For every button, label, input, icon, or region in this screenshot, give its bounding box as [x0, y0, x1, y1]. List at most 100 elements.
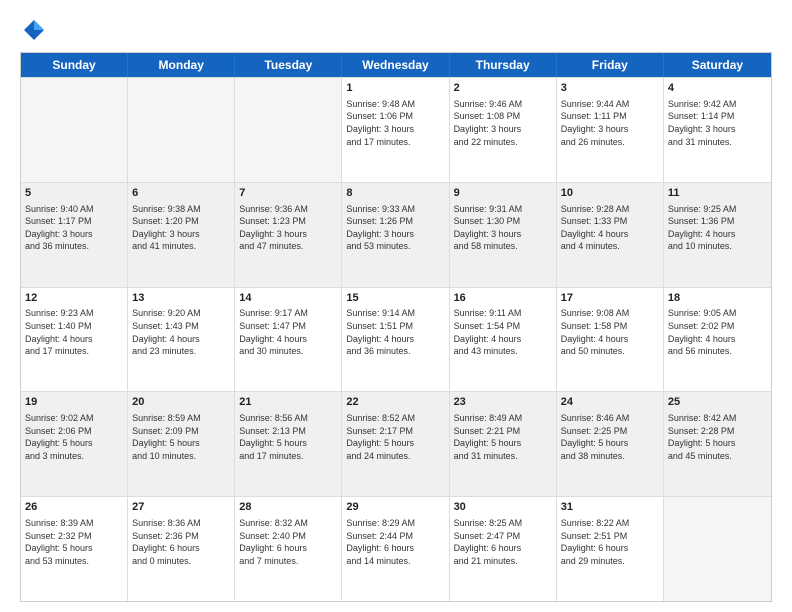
- day-info: Sunrise: 8:46 AM Sunset: 2:25 PM Dayligh…: [561, 412, 659, 462]
- day-number: 13: [132, 291, 230, 306]
- day-cell-18: 18Sunrise: 9:05 AM Sunset: 2:02 PM Dayli…: [664, 288, 771, 392]
- day-info: Sunrise: 9:44 AM Sunset: 1:11 PM Dayligh…: [561, 98, 659, 148]
- day-cell-12: 12Sunrise: 9:23 AM Sunset: 1:40 PM Dayli…: [21, 288, 128, 392]
- day-cell-14: 14Sunrise: 9:17 AM Sunset: 1:47 PM Dayli…: [235, 288, 342, 392]
- day-cell-15: 15Sunrise: 9:14 AM Sunset: 1:51 PM Dayli…: [342, 288, 449, 392]
- empty-cell: [664, 497, 771, 601]
- day-cell-9: 9 Sunrise: 9:31 AM Sunset: 1:30 PM Daylig…: [450, 183, 557, 287]
- day-cell-1: 1 Sunrise: 9:48 AM Sunset: 1:06 PM Daylig…: [342, 78, 449, 182]
- day-number: 19: [25, 395, 123, 410]
- day-info: Sunrise: 8:22 AM Sunset: 2:51 PM Dayligh…: [561, 517, 659, 567]
- logo-icon: [20, 16, 48, 44]
- page: SundayMondayTuesdayWednesdayThursdayFrid…: [0, 0, 792, 612]
- logo: [20, 16, 52, 44]
- day-info: Sunrise: 9:33 AM Sunset: 1:26 PM Dayligh…: [346, 203, 444, 253]
- day-number: 9: [454, 186, 552, 201]
- day-info: Sunrise: 8:59 AM Sunset: 2:09 PM Dayligh…: [132, 412, 230, 462]
- day-header-saturday: Saturday: [664, 53, 771, 77]
- calendar-row: 19 Sunrise: 9:02 AM Sunset: 2:06 PM Dayli…: [21, 391, 771, 496]
- calendar: SundayMondayTuesdayWednesdayThursdayFrid…: [20, 52, 772, 602]
- day-number: 12: [25, 291, 123, 306]
- day-number: 15: [346, 291, 444, 306]
- day-info: Sunrise: 9:46 AM Sunset: 1:08 PM Dayligh…: [454, 98, 552, 148]
- day-number: 21: [239, 395, 337, 410]
- day-info: Sunrise: 8:42 AM Sunset: 2:28 PM Dayligh…: [668, 412, 767, 462]
- day-cell-19: 19 Sunrise: 9:02 AM Sunset: 2:06 PM Dayli…: [21, 392, 128, 496]
- calendar-row: 1 Sunrise: 9:48 AM Sunset: 1:06 PM Daylig…: [21, 77, 771, 182]
- day-info: Sunrise: 8:25 AM Sunset: 2:47 PM Dayligh…: [454, 517, 552, 567]
- calendar-row: 12Sunrise: 9:23 AM Sunset: 1:40 PM Dayli…: [21, 287, 771, 392]
- day-cell-13: 13Sunrise: 9:20 AM Sunset: 1:43 PM Dayli…: [128, 288, 235, 392]
- day-number: 2: [454, 81, 552, 96]
- day-cell-17: 17Sunrise: 9:08 AM Sunset: 1:58 PM Dayli…: [557, 288, 664, 392]
- day-number: 16: [454, 291, 552, 306]
- day-number: 3: [561, 81, 659, 96]
- day-number: 31: [561, 500, 659, 515]
- day-number: 29: [346, 500, 444, 515]
- day-info: Sunrise: 9:31 AM Sunset: 1:30 PM Dayligh…: [454, 203, 552, 253]
- day-number: 1: [346, 81, 444, 96]
- day-cell-23: 23 Sunrise: 8:49 AM Sunset: 2:21 PM Dayli…: [450, 392, 557, 496]
- day-cell-4: 4 Sunrise: 9:42 AM Sunset: 1:14 PM Daylig…: [664, 78, 771, 182]
- day-cell-7: 7 Sunrise: 9:36 AM Sunset: 1:23 PM Daylig…: [235, 183, 342, 287]
- day-cell-31: 31 Sunrise: 8:22 AM Sunset: 2:51 PM Dayli…: [557, 497, 664, 601]
- day-info: Sunrise: 9:02 AM Sunset: 2:06 PM Dayligh…: [25, 412, 123, 462]
- day-info: Sunrise: 9:23 AM Sunset: 1:40 PM Dayligh…: [25, 307, 123, 357]
- day-header-wednesday: Wednesday: [342, 53, 449, 77]
- day-number: 22: [346, 395, 444, 410]
- day-number: 24: [561, 395, 659, 410]
- day-number: 17: [561, 291, 659, 306]
- day-cell-28: 28 Sunrise: 8:32 AM Sunset: 2:40 PM Dayli…: [235, 497, 342, 601]
- day-info: Sunrise: 9:11 AM Sunset: 1:54 PM Dayligh…: [454, 307, 552, 357]
- calendar-row: 26Sunrise: 8:39 AM Sunset: 2:32 PM Dayli…: [21, 496, 771, 601]
- day-number: 7: [239, 186, 337, 201]
- day-number: 23: [454, 395, 552, 410]
- header: [20, 16, 772, 44]
- day-number: 8: [346, 186, 444, 201]
- day-info: Sunrise: 9:25 AM Sunset: 1:36 PM Dayligh…: [668, 203, 767, 253]
- day-info: Sunrise: 9:36 AM Sunset: 1:23 PM Dayligh…: [239, 203, 337, 253]
- empty-cell: [235, 78, 342, 182]
- day-cell-5: 5Sunrise: 9:40 AM Sunset: 1:17 PM Daylig…: [21, 183, 128, 287]
- calendar-body: 1 Sunrise: 9:48 AM Sunset: 1:06 PM Daylig…: [21, 77, 771, 601]
- day-info: Sunrise: 9:14 AM Sunset: 1:51 PM Dayligh…: [346, 307, 444, 357]
- day-info: Sunrise: 8:49 AM Sunset: 2:21 PM Dayligh…: [454, 412, 552, 462]
- day-cell-8: 8 Sunrise: 9:33 AM Sunset: 1:26 PM Daylig…: [342, 183, 449, 287]
- day-header-friday: Friday: [557, 53, 664, 77]
- day-number: 11: [668, 186, 767, 201]
- day-header-thursday: Thursday: [450, 53, 557, 77]
- day-info: Sunrise: 8:52 AM Sunset: 2:17 PM Dayligh…: [346, 412, 444, 462]
- empty-cell: [128, 78, 235, 182]
- day-cell-26: 26Sunrise: 8:39 AM Sunset: 2:32 PM Dayli…: [21, 497, 128, 601]
- day-header-sunday: Sunday: [21, 53, 128, 77]
- calendar-row: 5Sunrise: 9:40 AM Sunset: 1:17 PM Daylig…: [21, 182, 771, 287]
- day-info: Sunrise: 9:42 AM Sunset: 1:14 PM Dayligh…: [668, 98, 767, 148]
- day-cell-11: 11 Sunrise: 9:25 AM Sunset: 1:36 PM Dayli…: [664, 183, 771, 287]
- day-info: Sunrise: 8:56 AM Sunset: 2:13 PM Dayligh…: [239, 412, 337, 462]
- day-info: Sunrise: 9:40 AM Sunset: 1:17 PM Dayligh…: [25, 203, 123, 253]
- day-number: 10: [561, 186, 659, 201]
- day-cell-24: 24 Sunrise: 8:46 AM Sunset: 2:25 PM Dayli…: [557, 392, 664, 496]
- day-number: 28: [239, 500, 337, 515]
- day-cell-29: 29Sunrise: 8:29 AM Sunset: 2:44 PM Dayli…: [342, 497, 449, 601]
- day-number: 18: [668, 291, 767, 306]
- day-cell-22: 22 Sunrise: 8:52 AM Sunset: 2:17 PM Dayli…: [342, 392, 449, 496]
- day-info: Sunrise: 9:17 AM Sunset: 1:47 PM Dayligh…: [239, 307, 337, 357]
- day-number: 20: [132, 395, 230, 410]
- day-number: 27: [132, 500, 230, 515]
- day-number: 6: [132, 186, 230, 201]
- day-info: Sunrise: 9:08 AM Sunset: 1:58 PM Dayligh…: [561, 307, 659, 357]
- day-info: Sunrise: 8:39 AM Sunset: 2:32 PM Dayligh…: [25, 517, 123, 567]
- day-number: 4: [668, 81, 767, 96]
- day-number: 30: [454, 500, 552, 515]
- day-cell-6: 6Sunrise: 9:38 AM Sunset: 1:20 PM Daylig…: [128, 183, 235, 287]
- day-info: Sunrise: 9:48 AM Sunset: 1:06 PM Dayligh…: [346, 98, 444, 148]
- day-info: Sunrise: 9:20 AM Sunset: 1:43 PM Dayligh…: [132, 307, 230, 357]
- day-number: 25: [668, 395, 767, 410]
- day-cell-10: 10 Sunrise: 9:28 AM Sunset: 1:33 PM Dayli…: [557, 183, 664, 287]
- day-cell-30: 30 Sunrise: 8:25 AM Sunset: 2:47 PM Dayli…: [450, 497, 557, 601]
- day-cell-3: 3 Sunrise: 9:44 AM Sunset: 1:11 PM Daylig…: [557, 78, 664, 182]
- day-info: Sunrise: 9:28 AM Sunset: 1:33 PM Dayligh…: [561, 203, 659, 253]
- day-header-monday: Monday: [128, 53, 235, 77]
- day-info: Sunrise: 8:32 AM Sunset: 2:40 PM Dayligh…: [239, 517, 337, 567]
